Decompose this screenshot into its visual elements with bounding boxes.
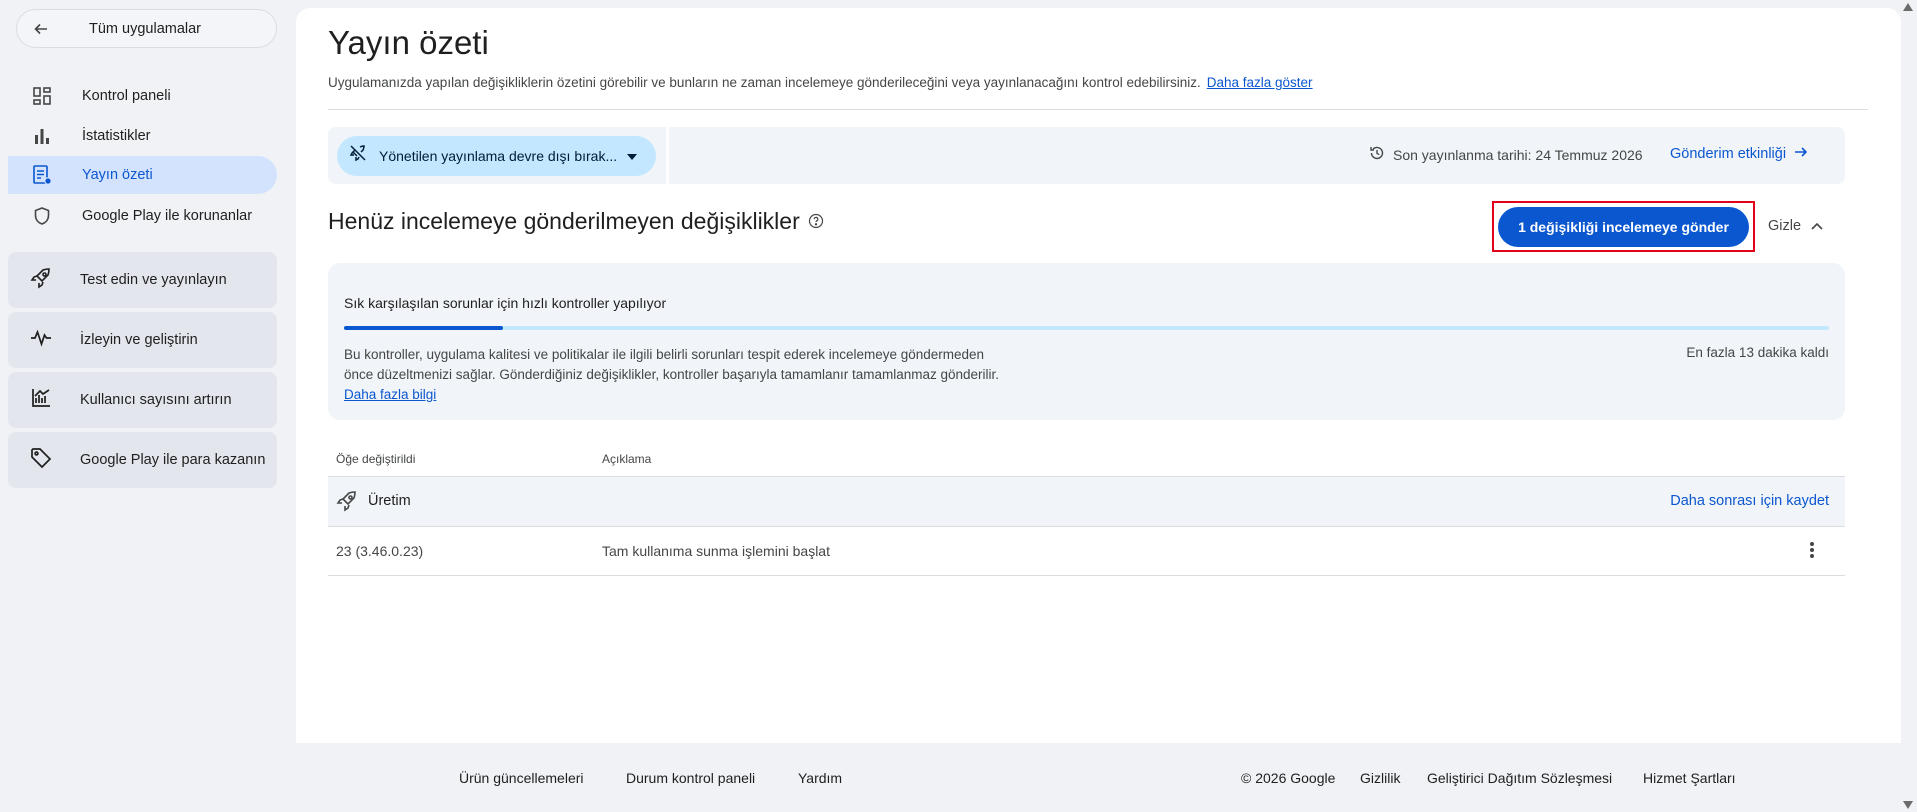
chevron-up-icon: [1811, 218, 1823, 234]
section-title-text: Henüz incelemeye gönderilmeyen değişikli…: [328, 208, 800, 234]
track-label: Üretim: [368, 493, 411, 509]
tag-icon: [30, 447, 52, 474]
sidebar-group-monetize[interactable]: Google Play ile para kazanın: [8, 432, 277, 488]
growth-chart-icon: [30, 387, 52, 414]
footer-terms-link[interactable]: Hizmet Şartları: [1643, 770, 1736, 786]
managed-publishing-dropdown[interactable]: Yönetilen yayınlama devre dışı bırak...: [337, 135, 656, 176]
scroll-down-arrow-icon[interactable]: [1901, 798, 1915, 812]
publishing-activity-label: Gönderim etkinliği: [1670, 146, 1787, 162]
save-for-later-button[interactable]: Daha sonrası için kaydet: [1670, 493, 1829, 509]
toolbar: Yönetilen yayınlama devre dışı bırak... …: [328, 127, 1845, 184]
arrow-back-icon: [31, 19, 51, 39]
show-more-link[interactable]: Daha fazla göster: [1207, 75, 1313, 90]
footer-dda-link[interactable]: Geliştirici Dağıtım Sözleşmesi: [1427, 770, 1612, 786]
sidebar-group-label: Test edin ve yayınlayın: [80, 272, 227, 288]
arrow-forward-icon: [1794, 145, 1808, 163]
more-vert-icon[interactable]: [1809, 541, 1815, 562]
pulse-icon: [30, 327, 52, 354]
sidebar-group-label: İzleyin ve geliştirin: [80, 332, 198, 348]
sidebar-item-label: Google Play ile korunanlar: [82, 208, 253, 224]
history-icon: [1369, 145, 1385, 164]
quick-checks-card: Sık karşılaşılan sorunlar için hızlı kon…: [328, 263, 1845, 420]
help-icon[interactable]: [808, 208, 824, 235]
footer-status-dashboard-link[interactable]: Durum kontrol paneli: [626, 770, 755, 786]
publishing-overview-icon: [30, 163, 54, 187]
page-title: Yayın özeti: [328, 24, 489, 61]
sidebar-group-label: Kullanıcı sayısını artırın: [80, 392, 232, 408]
dashboard-icon: [30, 84, 54, 108]
footer-copyright: © 2026 Google: [1241, 770, 1336, 786]
send-for-review-button[interactable]: 1 değişikliği incelemeye gönder: [1498, 207, 1749, 247]
time-remaining: En fazla 13 dakika kaldı: [1686, 345, 1829, 360]
table-group-row: Üretim Daha sonrası için kaydet: [328, 477, 1845, 527]
last-published: Son yayınlanma tarihi: 24 Temmuz 2026: [1369, 145, 1643, 164]
sidebar-item-publishing-overview[interactable]: Yayın özeti: [8, 156, 277, 194]
column-header-item: Öğe değiştirildi: [336, 452, 416, 466]
dropdown-caret-icon: [627, 147, 638, 165]
footer: Ürün güncellemeleri Durum kontrol paneli…: [0, 770, 1917, 790]
table-header: Öğe değiştirildi Açıklama: [328, 440, 1845, 477]
main-panel: Yayın özeti Uygulamanızda yapılan değişi…: [296, 8, 1901, 743]
all-apps-label: Tüm uygulamalar: [89, 20, 202, 37]
cell-description: Tam kullanıma sunma işlemini başlat: [602, 543, 830, 559]
divider: [328, 109, 1868, 110]
footer-product-updates-link[interactable]: Ürün güncellemeleri: [459, 770, 584, 786]
page-description: Uygulamanızda yapılan değişikliklerin öz…: [328, 75, 1201, 90]
toolbar-left: Yönetilen yayınlama devre dışı bırak...: [328, 127, 666, 184]
sidebar-item-dashboard[interactable]: Kontrol paneli: [8, 77, 277, 115]
sidebar-item-label: Kontrol paneli: [82, 88, 171, 104]
sidebar-group-monitor-improve[interactable]: İzleyin ve geliştirin: [8, 312, 277, 368]
changes-section-title: Henüz incelemeye gönderilmeyen değişikli…: [328, 208, 824, 235]
sidebar-item-label: İstatistikler: [82, 128, 151, 144]
bar-chart-icon: [30, 124, 54, 148]
description-text: Bu kontroller, uygulama kalitesi ve poli…: [344, 347, 1000, 382]
footer-help-link[interactable]: Yardım: [798, 770, 842, 786]
quick-checks-progress: [344, 326, 1829, 330]
hide-label: Gizle: [1768, 218, 1802, 234]
managed-publishing-label: Yönetilen yayınlama devre dışı bırak...: [379, 147, 618, 164]
learn-more-link[interactable]: Daha fazla bilgi: [344, 387, 436, 402]
table-row: 23 (3.46.0.23) Tam kullanıma sunma işlem…: [328, 527, 1845, 576]
last-published-text: Son yayınlanma tarihi: 24 Temmuz 2026: [1393, 146, 1643, 163]
rocket-icon: [30, 267, 52, 294]
sidebar-item-label: Yayın özeti: [82, 167, 153, 183]
scroll-up-arrow-icon[interactable]: [1901, 0, 1915, 14]
cell-item: 23 (3.46.0.23): [336, 543, 424, 559]
column-header-description: Açıklama: [602, 452, 652, 466]
quick-checks-title: Sık karşılaşılan sorunlar için hızlı kon…: [344, 295, 667, 311]
hide-button[interactable]: Gizle: [1768, 218, 1823, 234]
sidebar-group-label: Google Play ile para kazanın: [80, 452, 266, 468]
rocket-icon: [336, 490, 358, 517]
sidebar-group-grow-users[interactable]: Kullanıcı sayısını artırın: [8, 372, 277, 428]
publishing-activity-link[interactable]: Gönderim etkinliği: [1670, 145, 1808, 163]
page-subtitle: Uygulamanızda yapılan değişikliklerin öz…: [328, 75, 1313, 90]
footer-privacy-link[interactable]: Gizlilik: [1360, 770, 1400, 786]
all-apps-button[interactable]: Tüm uygulamalar: [16, 9, 277, 48]
sidebar-item-statistics[interactable]: İstatistikler: [8, 117, 277, 155]
publishing-off-icon: [349, 144, 367, 167]
sidebar-item-play-protected[interactable]: Google Play ile korunanlar: [8, 197, 277, 235]
shield-icon: [30, 204, 54, 228]
progress-fill: [344, 326, 503, 330]
quick-checks-description: Bu kontroller, uygulama kalitesi ve poli…: [344, 345, 1004, 405]
sidebar-group-test-release[interactable]: Test edin ve yayınlayın: [8, 252, 277, 308]
sidebar: Tüm uygulamalar Kontrol paneli İstatisti…: [0, 0, 286, 812]
toolbar-right: Son yayınlanma tarihi: 24 Temmuz 2026 Gö…: [669, 127, 1845, 184]
changes-table: Öğe değiştirildi Açıklama Üretim Daha so…: [328, 440, 1845, 576]
